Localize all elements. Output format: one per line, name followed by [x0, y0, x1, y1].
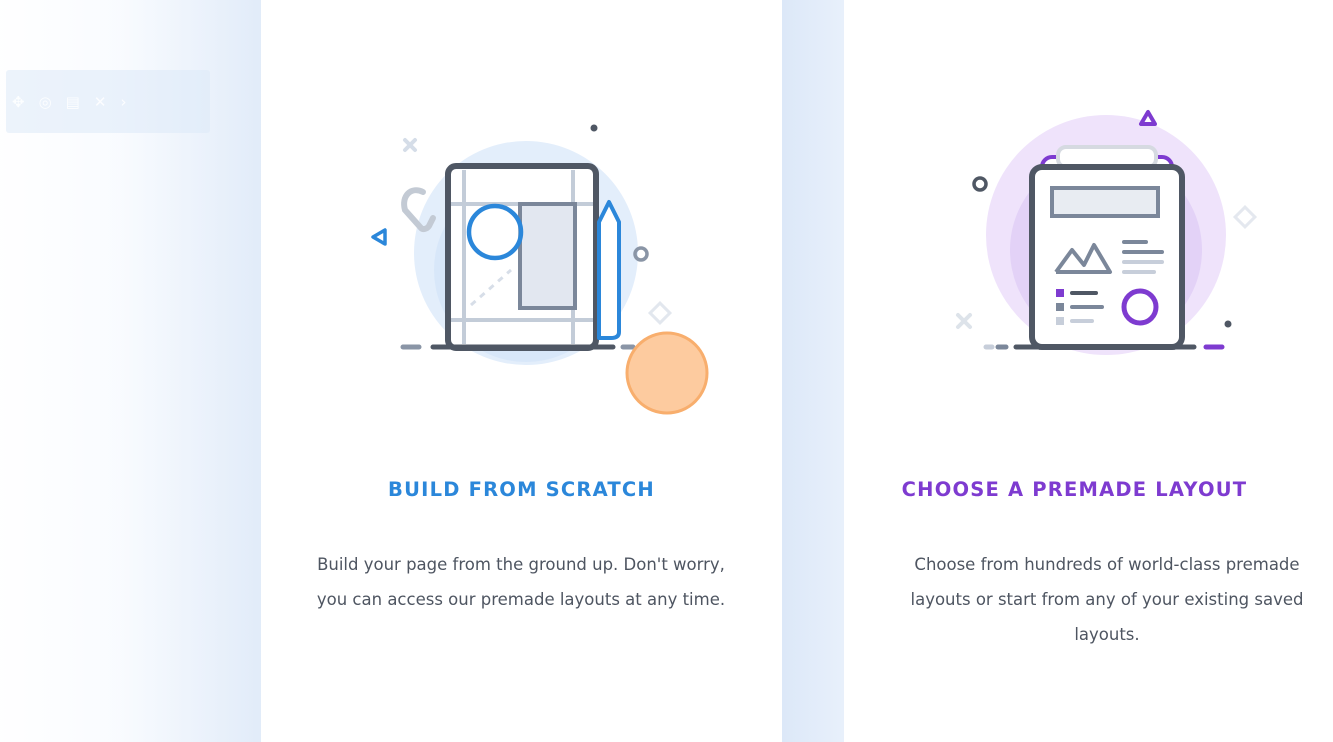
card-title: CHOOSE A PREMADE LAYOUT	[901, 478, 1248, 501]
faded-toolbar: ✥ ◎ ▤ ✕ ›	[6, 70, 210, 133]
close-icon: ✕	[93, 92, 107, 111]
layout-document-illustration	[956, 110, 1258, 355]
chevron-icon: ›	[120, 92, 127, 111]
card-title: BUILD FROM SCRATCH	[388, 478, 655, 501]
move-icon: ✥	[12, 92, 25, 111]
blueprint-illustration	[371, 124, 709, 415]
card-description: Build your page from the ground up. Don'…	[316, 555, 726, 609]
choose-premade-layout-card[interactable]: CHOOSE A PREMADE LAYOUT Choose from hund…	[844, 0, 1333, 742]
background-builder-strip: ✥ ◎ ▤ ✕ ›	[0, 0, 261, 742]
card-description: Choose from hundreds of world-class prem…	[910, 555, 1304, 644]
build-from-scratch-card[interactable]: BUILD FROM SCRATCH Build your page from …	[261, 0, 782, 742]
lock-icon: ◎	[38, 92, 52, 111]
tablet-icon: ▤	[65, 92, 80, 111]
card-divider-gap	[782, 0, 844, 742]
